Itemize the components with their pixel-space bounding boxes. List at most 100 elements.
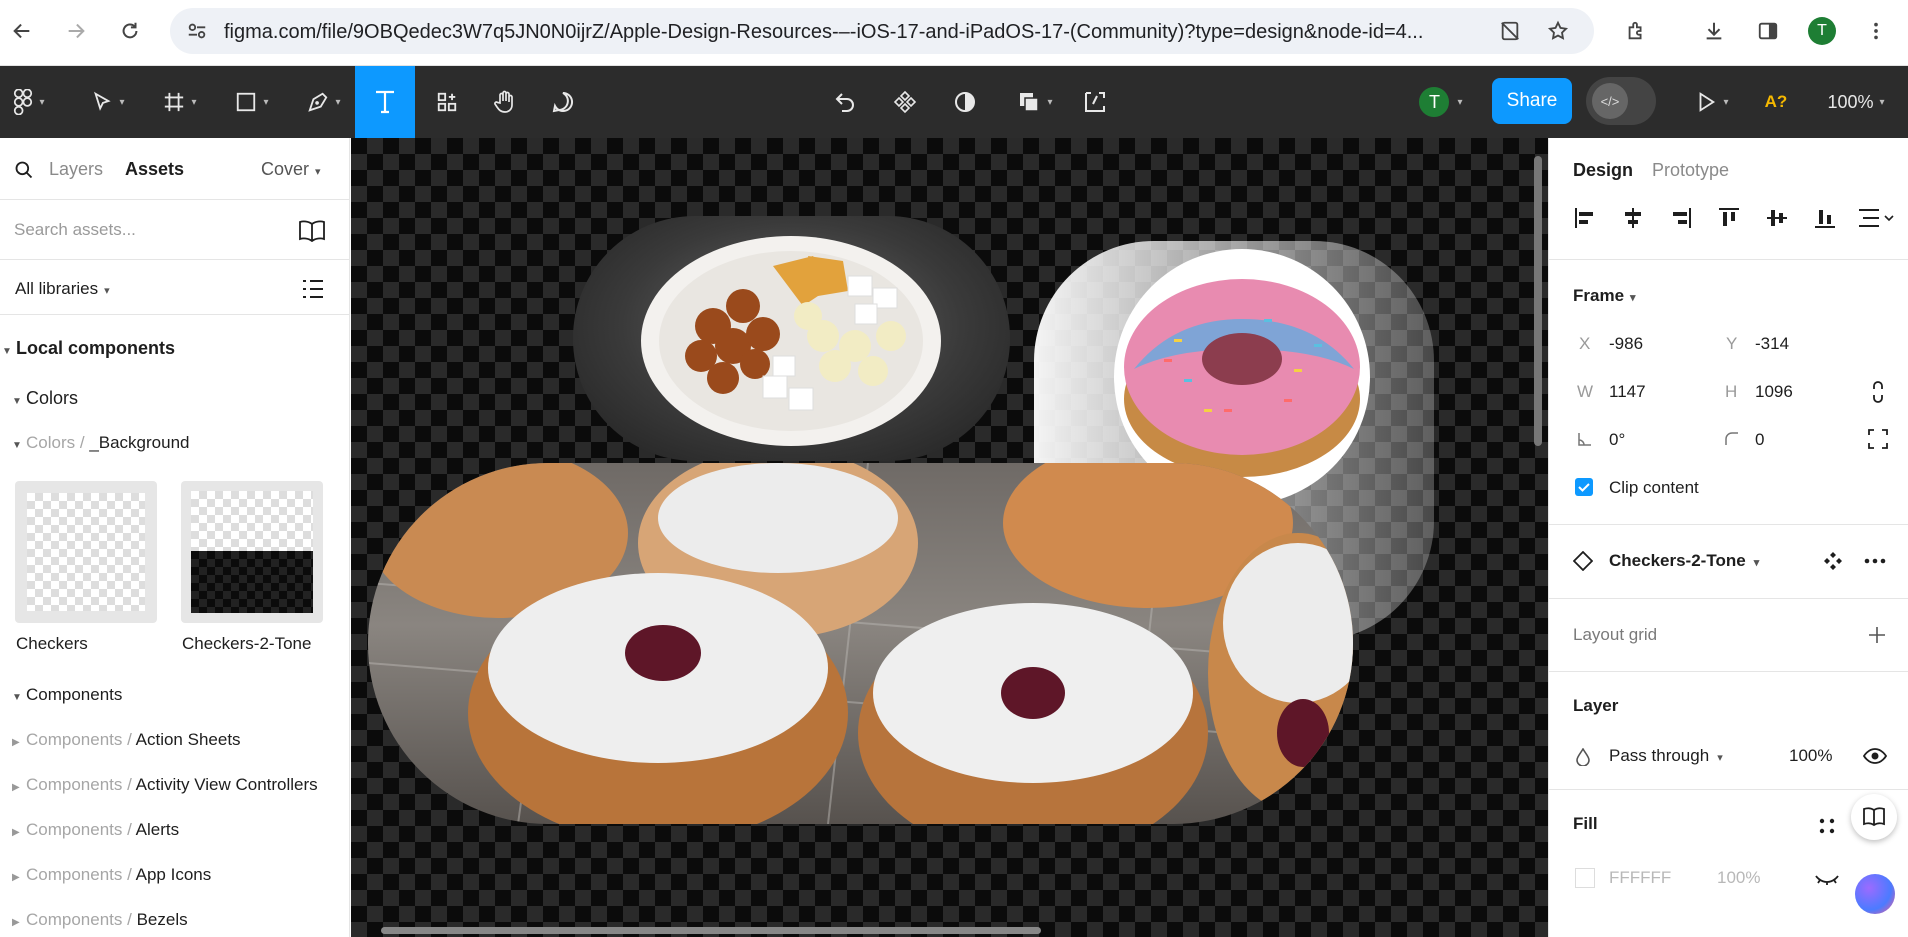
triangle-right-icon: ▶ [12, 917, 20, 928]
boolean-button[interactable]: ▾ [1005, 66, 1065, 138]
resources-tool[interactable] [424, 66, 470, 138]
side-panel-button[interactable] [1748, 11, 1788, 51]
layout-grid-section: Layout grid [1549, 599, 1908, 672]
component-button[interactable] [880, 66, 930, 138]
component-group-item[interactable]: ▶ Components / Action Sheets [0, 730, 349, 750]
align-top-icon[interactable] [1715, 204, 1743, 232]
search-assets-input[interactable]: Search assets... [14, 220, 136, 240]
side-panel-icon [1758, 22, 1778, 40]
multiplayer-menu[interactable]: T ▾ [1404, 66, 1476, 138]
design-canvas[interactable] [351, 138, 1548, 937]
frame-title[interactable]: Frame ▾ [1573, 286, 1636, 306]
constrain-proportions-icon[interactable] [1869, 380, 1887, 404]
local-components-header[interactable]: ▼ Local components [0, 338, 349, 359]
layer-opacity-input[interactable]: 100% [1789, 746, 1832, 766]
clip-content-checkbox[interactable] [1575, 478, 1593, 496]
crop-button[interactable] [1070, 66, 1120, 138]
reset-instance-button[interactable] [820, 66, 870, 138]
dev-mode-toggle[interactable]: </> [1586, 77, 1656, 125]
style-grid-icon[interactable] [1817, 816, 1837, 836]
jelly-donuts-image[interactable] [368, 463, 1353, 824]
horizontal-scrollbar[interactable] [381, 927, 1041, 934]
checkers-thumbnail[interactable] [15, 481, 157, 623]
x-input[interactable]: -986 [1609, 334, 1643, 354]
independent-corners-icon[interactable] [1867, 428, 1889, 450]
jelly-donuts-illustration [368, 463, 1353, 824]
reload-button[interactable] [110, 11, 150, 51]
address-bar[interactable]: figma.com/file/9OBQedec3W7q5JN0N0ijrZ/Ap… [170, 8, 1594, 54]
shape-tool[interactable]: ▾ [226, 66, 278, 138]
text-tool[interactable] [355, 66, 415, 138]
instance-swap-menu[interactable]: Checkers-2-Tone ▾ [1609, 551, 1759, 571]
extensions-button[interactable] [1616, 11, 1656, 51]
tab-layers[interactable]: Layers [49, 159, 103, 180]
tab-assets[interactable]: Assets [125, 159, 184, 180]
hand-tool[interactable] [482, 66, 528, 138]
vertical-scrollbar[interactable] [1534, 156, 1542, 446]
component-group-item[interactable]: ▶ Components / App Icons [0, 865, 349, 885]
distribute-menu-icon[interactable] [1855, 204, 1897, 232]
profile-avatar: T [1808, 17, 1836, 45]
search-icon[interactable] [14, 160, 34, 180]
blend-mode-select[interactable]: Pass through ▾ [1609, 746, 1723, 766]
plus-icon[interactable] [1867, 625, 1887, 645]
sweets-plate-image[interactable] [573, 216, 1010, 461]
back-button[interactable] [2, 11, 42, 51]
missing-fonts-button[interactable]: A? [1756, 66, 1796, 138]
y-input[interactable]: -314 [1755, 334, 1789, 354]
move-tool[interactable]: ▾ [82, 66, 134, 138]
url-text[interactable]: figma.com/file/9OBQedec3W7q5JN0N0ijrZ/Ap… [224, 21, 1644, 44]
components-group[interactable]: ▼ Components [0, 685, 349, 705]
frame-tool[interactable]: ▾ [154, 66, 206, 138]
blocked-content-button[interactable] [1490, 11, 1530, 51]
eye-closed-icon[interactable] [1815, 868, 1839, 888]
align-horizontal-center-icon[interactable] [1619, 204, 1647, 232]
clip-content-label: Clip content [1609, 478, 1699, 497]
ai-assistant-icon[interactable] [1855, 874, 1895, 914]
zoom-menu[interactable]: 100% ▾ [1818, 66, 1894, 138]
tab-design[interactable]: Design [1573, 160, 1633, 181]
profile-button[interactable]: T [1802, 11, 1842, 51]
downloads-button[interactable] [1694, 11, 1734, 51]
align-vertical-center-icon[interactable] [1763, 204, 1791, 232]
align-bottom-icon[interactable] [1811, 204, 1839, 232]
rotation-input[interactable]: 0° [1609, 430, 1625, 450]
main-menu-button[interactable]: ▾ [6, 66, 52, 138]
book-icon[interactable] [298, 220, 326, 242]
fill-color-swatch[interactable] [1575, 868, 1595, 888]
site-settings-icon[interactable] [186, 20, 208, 42]
present-button[interactable]: ▾ [1682, 66, 1742, 138]
align-right-icon[interactable] [1667, 204, 1695, 232]
colors-group[interactable]: ▼ Colors [0, 388, 349, 409]
checkers-2-tone-thumbnail[interactable] [181, 481, 323, 623]
corner-radius-input[interactable]: 0 [1755, 430, 1764, 450]
fill-hex-input[interactable]: FFFFFF [1609, 868, 1671, 888]
library-filter[interactable]: All libraries ▾ [15, 279, 110, 299]
pen-tool[interactable]: ▾ [298, 66, 350, 138]
reading-mode-button[interactable] [1851, 794, 1897, 840]
height-input[interactable]: 1096 [1755, 382, 1793, 402]
tab-prototype[interactable]: Prototype [1652, 160, 1729, 181]
eye-icon[interactable] [1863, 746, 1887, 766]
share-button[interactable]: Share [1492, 78, 1572, 124]
open-book-icon [1863, 807, 1885, 827]
align-left-icon[interactable] [1571, 204, 1599, 232]
component-group-item[interactable]: ▶ Components / Alerts [0, 820, 349, 840]
boolean-icon [1020, 93, 1040, 112]
width-input[interactable]: 1147 [1609, 382, 1646, 402]
bookmark-button[interactable] [1538, 11, 1578, 51]
checkers-2-tone-preview-top [191, 491, 313, 551]
component-group-item[interactable]: ▶ Components / Activity View Controllers [0, 775, 349, 795]
fill-opacity-input[interactable]: 100% [1717, 868, 1760, 888]
more-horizontal-icon[interactable] [1863, 551, 1887, 571]
page-selector[interactable]: Cover ▾ [261, 159, 321, 180]
go-to-main-component-icon[interactable] [1823, 551, 1843, 571]
mask-button[interactable] [940, 66, 990, 138]
colors-background-group[interactable]: ▼ Colors / _Background [0, 433, 349, 453]
comment-tool[interactable] [540, 66, 586, 138]
list-view-icon[interactable] [302, 279, 324, 299]
component-group-item[interactable]: ▶ Components / Bezels [0, 910, 349, 930]
corner-radius-icon [1725, 432, 1738, 445]
forward-button[interactable] [56, 11, 96, 51]
browser-menu-button[interactable] [1856, 11, 1896, 51]
